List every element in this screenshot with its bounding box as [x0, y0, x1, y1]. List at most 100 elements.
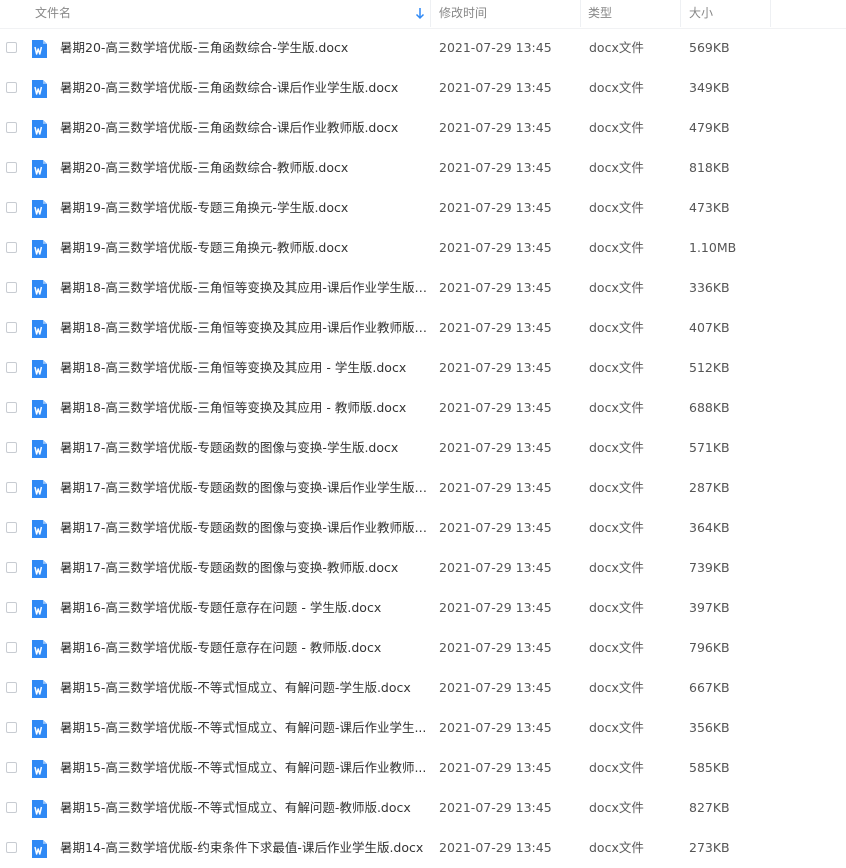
file-name[interactable]: 暑期16-高三数学培优版-专题任意存在问题 - 学生版.docx — [60, 588, 428, 628]
row-checkbox[interactable] — [6, 242, 17, 253]
file-name[interactable]: 暑期15-高三数学培优版-不等式恒成立、有解问题-学生版.docx — [60, 668, 428, 708]
column-divider[interactable] — [680, 0, 681, 27]
file-row[interactable]: 暑期20-高三数学培优版-三角函数综合-课后作业学生版.docx 2021-07-… — [0, 68, 846, 108]
file-size: 479KB — [689, 120, 730, 135]
file-name[interactable]: 暑期18-高三数学培优版-三角恒等变换及其应用-课后作业学生版.d... — [60, 268, 428, 308]
file-type: docx文件 — [589, 40, 644, 55]
file-row[interactable]: 暑期20-高三数学培优版-三角函数综合-教师版.docx 2021-07-29 1… — [0, 148, 846, 188]
row-checkbox[interactable] — [6, 482, 17, 493]
row-checkbox[interactable] — [6, 362, 17, 373]
file-name[interactable]: 暑期17-高三数学培优版-专题函数的图像与变换-学生版.docx — [60, 428, 428, 468]
row-checkbox[interactable] — [6, 82, 17, 93]
file-name[interactable]: 暑期19-高三数学培优版-专题三角换元-教师版.docx — [60, 228, 428, 268]
file-name[interactable]: 暑期20-高三数学培优版-三角函数综合-教师版.docx — [60, 148, 428, 188]
file-name[interactable]: 暑期14-高三数学培优版-约束条件下求最值-课后作业学生版.docx — [60, 828, 428, 868]
file-size: 739KB — [689, 560, 730, 575]
row-checkbox[interactable] — [6, 802, 17, 813]
file-size: 273KB — [689, 840, 730, 855]
file-name[interactable]: 暑期18-高三数学培优版-三角恒等变换及其应用-课后作业教师版.d... — [60, 308, 428, 348]
file-row[interactable]: 暑期15-高三数学培优版-不等式恒成立、有解问题-教师版.docx 2021-07… — [0, 788, 846, 828]
file-name[interactable]: 暑期17-高三数学培优版-专题函数的图像与变换-课后作业学生版.d... — [60, 468, 428, 508]
file-row[interactable]: 暑期15-高三数学培优版-不等式恒成立、有解问题-课后作业教师... 2021-0… — [0, 748, 846, 788]
file-row[interactable]: 暑期20-高三数学培优版-三角函数综合-学生版.docx 2021-07-29 1… — [0, 28, 846, 68]
column-header-size[interactable]: 大小 — [689, 0, 713, 28]
file-row[interactable]: 暑期18-高三数学培优版-三角恒等变换及其应用-课后作业教师版.d... 2021… — [0, 308, 846, 348]
file-modified-time: 2021-07-29 13:45 — [439, 600, 552, 615]
file-name[interactable]: 暑期17-高三数学培优版-专题函数的图像与变换-课后作业教师版.d... — [60, 508, 428, 548]
file-modified-time: 2021-07-29 13:45 — [439, 280, 552, 295]
row-checkbox[interactable] — [6, 162, 17, 173]
file-name[interactable]: 暑期18-高三数学培优版-三角恒等变换及其应用 - 学生版.docx — [60, 348, 428, 388]
file-size: 349KB — [689, 80, 730, 95]
column-header-modified[interactable]: 修改时间 — [439, 0, 487, 28]
file-row[interactable]: 暑期19-高三数学培优版-专题三角换元-教师版.docx 2021-07-29 1… — [0, 228, 846, 268]
file-row[interactable]: 暑期17-高三数学培优版-专题函数的图像与变换-学生版.docx 2021-07-… — [0, 428, 846, 468]
column-divider[interactable] — [580, 0, 581, 27]
file-row[interactable]: 暑期15-高三数学培优版-不等式恒成立、有解问题-学生版.docx 2021-07… — [0, 668, 846, 708]
file-row[interactable]: 暑期17-高三数学培优版-专题函数的图像与变换-课后作业教师版.d... 2021… — [0, 508, 846, 548]
file-type: docx文件 — [589, 80, 644, 95]
file-row[interactable]: 暑期16-高三数学培优版-专题任意存在问题 - 教师版.docx 2021-07-… — [0, 628, 846, 668]
column-divider[interactable] — [430, 0, 431, 27]
row-checkbox[interactable] — [6, 762, 17, 773]
column-header-type[interactable]: 类型 — [588, 0, 612, 28]
file-name[interactable]: 暑期15-高三数学培优版-不等式恒成立、有解问题-教师版.docx — [60, 788, 428, 828]
file-type: docx文件 — [589, 600, 644, 615]
file-row[interactable]: 暑期16-高三数学培优版-专题任意存在问题 - 学生版.docx 2021-07-… — [0, 588, 846, 628]
file-row[interactable]: 暑期20-高三数学培优版-三角函数综合-课后作业教师版.docx 2021-07-… — [0, 108, 846, 148]
file-row[interactable]: 暑期18-高三数学培优版-三角恒等变换及其应用 - 学生版.docx 2021-0… — [0, 348, 846, 388]
row-checkbox[interactable] — [6, 322, 17, 333]
file-name[interactable]: 暑期20-高三数学培优版-三角函数综合-学生版.docx — [60, 28, 428, 68]
file-row[interactable]: 暑期18-高三数学培优版-三角恒等变换及其应用-课后作业学生版.d... 2021… — [0, 268, 846, 308]
file-name[interactable]: 暑期17-高三数学培优版-专题函数的图像与变换-教师版.docx — [60, 548, 428, 588]
row-checkbox[interactable] — [6, 842, 17, 853]
file-row[interactable]: 暑期17-高三数学培优版-专题函数的图像与变换-教师版.docx 2021-07-… — [0, 548, 846, 588]
file-list: 暑期20-高三数学培优版-三角函数综合-学生版.docx 2021-07-29 1… — [0, 28, 846, 868]
file-name[interactable]: 暑期20-高三数学培优版-三角函数综合-课后作业教师版.docx — [60, 108, 428, 148]
file-type: docx文件 — [589, 400, 644, 415]
word-doc-icon — [31, 279, 48, 299]
file-name[interactable]: 暑期16-高三数学培优版-专题任意存在问题 - 教师版.docx — [60, 628, 428, 668]
file-size: 796KB — [689, 640, 730, 655]
file-row[interactable]: 暑期18-高三数学培优版-三角恒等变换及其应用 - 教师版.docx 2021-0… — [0, 388, 846, 428]
row-checkbox[interactable] — [6, 642, 17, 653]
file-size: 364KB — [689, 520, 730, 535]
file-size: 818KB — [689, 160, 730, 175]
row-checkbox[interactable] — [6, 402, 17, 413]
file-modified-time: 2021-07-29 13:45 — [439, 200, 552, 215]
row-checkbox[interactable] — [6, 522, 17, 533]
file-name[interactable]: 暑期15-高三数学培优版-不等式恒成立、有解问题-课后作业学生... — [60, 708, 428, 748]
row-checkbox[interactable] — [6, 562, 17, 573]
file-size: 397KB — [689, 600, 730, 615]
column-header-name[interactable]: 文件名 — [35, 0, 71, 28]
file-row[interactable]: 暑期19-高三数学培优版-专题三角换元-学生版.docx 2021-07-29 1… — [0, 188, 846, 228]
row-checkbox[interactable] — [6, 122, 17, 133]
row-checkbox[interactable] — [6, 42, 17, 53]
word-doc-icon — [31, 679, 48, 699]
row-checkbox[interactable] — [6, 442, 17, 453]
word-doc-icon — [31, 599, 48, 619]
file-type: docx文件 — [589, 360, 644, 375]
column-divider[interactable] — [770, 0, 771, 27]
arrow-down-icon[interactable] — [414, 5, 426, 21]
file-type: docx文件 — [589, 760, 644, 775]
word-doc-icon — [31, 39, 48, 59]
file-modified-time: 2021-07-29 13:45 — [439, 320, 552, 335]
file-name[interactable]: 暑期19-高三数学培优版-专题三角换元-学生版.docx — [60, 188, 428, 228]
row-checkbox[interactable] — [6, 202, 17, 213]
file-row[interactable]: 暑期14-高三数学培优版-约束条件下求最值-课后作业学生版.docx 2021-0… — [0, 828, 846, 868]
file-type: docx文件 — [589, 240, 644, 255]
row-checkbox[interactable] — [6, 722, 17, 733]
file-modified-time: 2021-07-29 13:45 — [439, 560, 552, 575]
file-modified-time: 2021-07-29 13:45 — [439, 640, 552, 655]
file-name[interactable]: 暑期15-高三数学培优版-不等式恒成立、有解问题-课后作业教师... — [60, 748, 428, 788]
file-name[interactable]: 暑期20-高三数学培优版-三角函数综合-课后作业学生版.docx — [60, 68, 428, 108]
file-name[interactable]: 暑期18-高三数学培优版-三角恒等变换及其应用 - 教师版.docx — [60, 388, 428, 428]
file-row[interactable]: 暑期17-高三数学培优版-专题函数的图像与变换-课后作业学生版.d... 2021… — [0, 468, 846, 508]
file-row[interactable]: 暑期15-高三数学培优版-不等式恒成立、有解问题-课后作业学生... 2021-0… — [0, 708, 846, 748]
row-checkbox[interactable] — [6, 682, 17, 693]
row-checkbox[interactable] — [6, 602, 17, 613]
row-checkbox[interactable] — [6, 282, 17, 293]
file-size: 667KB — [689, 680, 730, 695]
file-size: 287KB — [689, 480, 730, 495]
